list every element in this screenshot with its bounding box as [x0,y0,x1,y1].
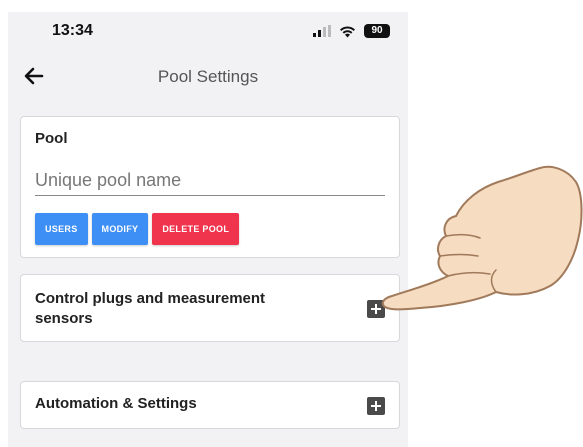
screenshot: 13:34 90 Pool Settings Pool USERS MODIFY… [0,0,583,447]
users-button[interactable]: USERS [35,213,88,245]
page-title: Pool Settings [157,67,259,86]
delete-pool-button[interactable]: DELETE POOL [152,213,240,245]
battery-icon: 90 [364,24,390,38]
status-time: 13:34 [52,22,93,39]
plugs-sensors-heading: Control plugs and measurement sensors [35,290,266,327]
pool-heading: Pool [35,130,68,147]
wifi-icon [340,25,355,37]
automation-settings-card[interactable]: Automation & Settings [20,381,400,429]
modify-button[interactable]: MODIFY [91,213,149,245]
status-icons: 90 [313,24,390,38]
pool-actions: USERS MODIFY DELETE POOL [35,213,240,245]
signal-icon [313,25,331,37]
plus-box-icon[interactable] [367,397,385,415]
pointing-hand-icon [381,165,583,311]
automation-settings-heading: Automation & Settings [35,395,197,412]
pool-name-input[interactable] [35,165,385,196]
